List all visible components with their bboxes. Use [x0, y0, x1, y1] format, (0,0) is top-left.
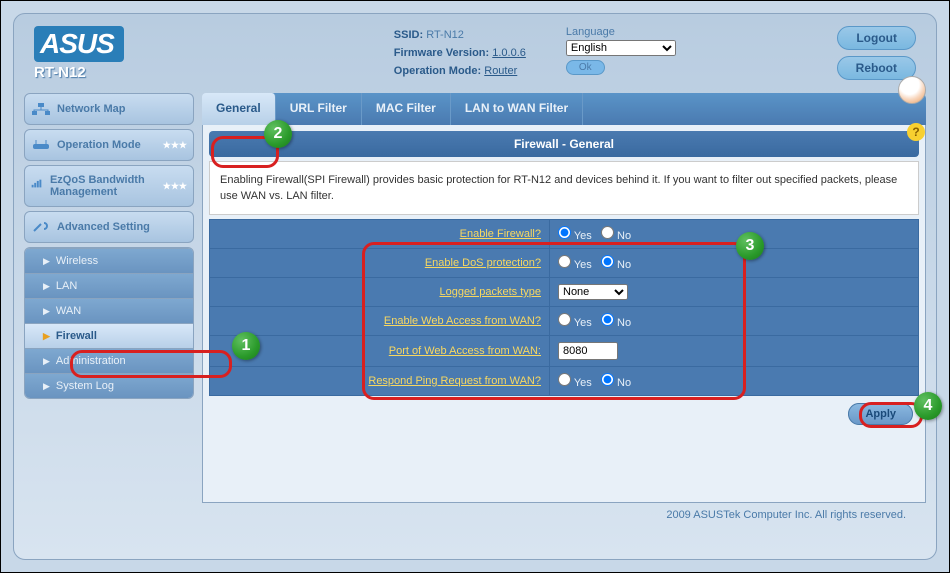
panel-title: Firewall - General	[209, 131, 919, 157]
sidebar-item-system-log[interactable]: ▶System Log	[25, 373, 193, 398]
sidebar-item-administration[interactable]: ▶Administration	[25, 348, 193, 373]
row-logged-label: Logged packets type	[210, 278, 550, 307]
sidebar-item-firewall[interactable]: ▶Firewall	[25, 323, 193, 348]
tools-icon	[31, 220, 51, 234]
row-web-wan-label: Enable Web Access from WAN?	[210, 307, 550, 336]
sidebar-item-wireless[interactable]: ▶Wireless	[25, 248, 193, 273]
enable-firewall-yes[interactable]: Yes	[558, 230, 592, 242]
sidebar-item-network-map[interactable]: Network Map	[24, 93, 194, 125]
reboot-button[interactable]: Reboot	[837, 56, 916, 80]
opmode-link[interactable]: Router	[484, 65, 517, 77]
enable-dos-yes[interactable]: Yes	[558, 259, 592, 271]
triangle-icon: ▶	[43, 256, 50, 267]
ping-wan-no[interactable]: No	[601, 377, 631, 389]
brand-logo: ASUS	[34, 26, 124, 62]
network-map-icon	[31, 102, 51, 116]
help-icon[interactable]: ?	[907, 123, 925, 141]
triangle-icon: ▶	[43, 331, 50, 342]
sidebar-item-lan[interactable]: ▶LAN	[25, 273, 193, 298]
sidebar-item-operation-mode[interactable]: Operation Mode ★★★	[24, 129, 194, 161]
triangle-icon: ▶	[43, 381, 50, 392]
language-select[interactable]: English	[566, 40, 676, 56]
firmware-link[interactable]: 1.0.0.6	[492, 47, 526, 59]
tab-general[interactable]: General	[202, 93, 276, 125]
sidebar: Network Map Operation Mode ★★★ EzQoS Ban…	[24, 93, 194, 503]
header-info: SSID: RT-N12 Firmware Version: 1.0.0.6 O…	[394, 26, 526, 80]
tab-lan-wan-filter[interactable]: LAN to WAN Filter	[451, 93, 583, 125]
stars-icon: ★★★	[163, 181, 187, 192]
footer-copyright: 2009 ASUSTek Computer Inc. All rights re…	[24, 503, 926, 521]
apply-button[interactable]: Apply	[848, 403, 913, 425]
row-enable-dos-label: Enable DoS protection?	[210, 249, 550, 278]
sidebar-item-wan[interactable]: ▶WAN	[25, 298, 193, 323]
web-wan-no[interactable]: No	[601, 317, 631, 329]
logged-packets-select[interactable]: None	[558, 284, 628, 300]
row-enable-firewall-label: Enable Firewall?	[210, 220, 550, 249]
enable-dos-no[interactable]: No	[601, 259, 631, 271]
sidebar-item-ezqos[interactable]: EzQoS Bandwidth Management ★★★	[24, 165, 194, 207]
tab-bar: General URL Filter MAC Filter LAN to WAN…	[202, 93, 926, 125]
sidebar-item-advanced[interactable]: Advanced Setting	[24, 211, 194, 243]
stars-icon: ★★★	[163, 140, 187, 151]
tab-mac-filter[interactable]: MAC Filter	[362, 93, 451, 125]
row-ping-wan-label: Respond Ping Request from WAN?	[210, 367, 550, 396]
enable-firewall-no[interactable]: No	[601, 230, 631, 242]
logout-button[interactable]: Logout	[837, 26, 916, 50]
language-ok-button[interactable]: Ok	[566, 60, 605, 75]
model-label: RT-N12	[34, 64, 124, 81]
tab-url-filter[interactable]: URL Filter	[276, 93, 362, 125]
router-icon	[31, 138, 51, 152]
language-label: Language	[566, 26, 615, 38]
triangle-icon: ▶	[43, 356, 50, 367]
ping-wan-yes[interactable]: Yes	[558, 377, 592, 389]
settings-table: Enable Firewall? Yes No Enable DoS prote…	[209, 219, 919, 396]
web-wan-yes[interactable]: Yes	[558, 317, 592, 329]
bars-icon	[31, 179, 44, 193]
panel-description: Enabling Firewall(SPI Firewall) provides…	[209, 161, 919, 215]
triangle-icon: ▶	[43, 281, 50, 292]
avatar-icon	[898, 76, 926, 104]
port-wan-input[interactable]	[558, 342, 618, 360]
row-port-wan-label: Port of Web Access from WAN:	[210, 336, 550, 367]
triangle-icon: ▶	[43, 306, 50, 317]
